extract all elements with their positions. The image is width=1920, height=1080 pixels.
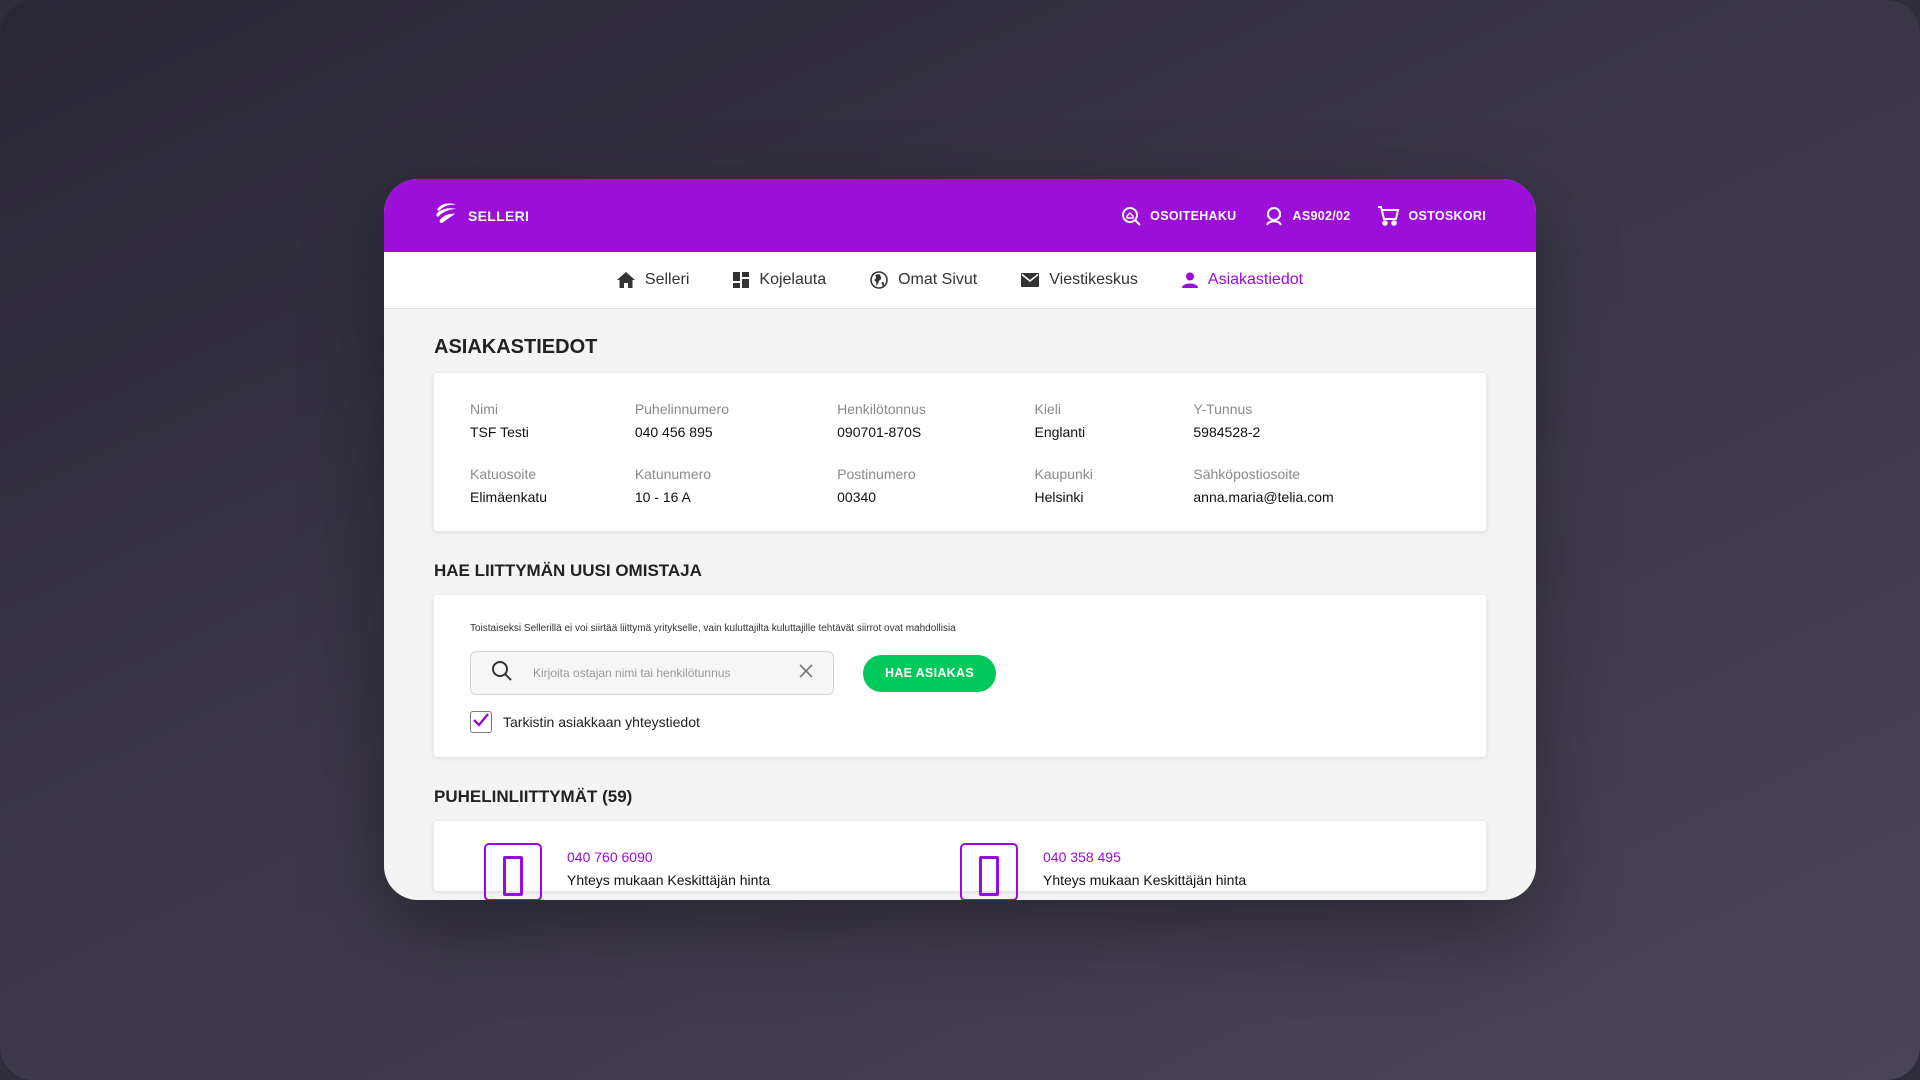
cart-icon: [1377, 205, 1401, 227]
line-text: 040 358 495 Yhteys mukaan Keskittäjän hi…: [1043, 849, 1246, 891]
field-label: Kaupunki: [1034, 466, 1093, 482]
contact-verified-checkbox[interactable]: [470, 711, 492, 733]
cart-label: OSTOSKORI: [1408, 208, 1486, 223]
field-value: Helsinki: [1034, 489, 1084, 505]
tab-selleri[interactable]: Selleri: [616, 271, 690, 289]
list-item[interactable]: 040 760 6090 Yhteys mukaan Keskittäjän h…: [484, 843, 960, 900]
phone-lines-card: 040 760 6090 Yhteys mukaan Keskittäjän h…: [434, 821, 1486, 900]
field-label: Y-Tunnus: [1193, 401, 1253, 417]
field-personal-id: Henkilötonnus 090701-870S: [837, 401, 1034, 440]
field-label: Puhelinnumero: [634, 401, 729, 417]
field-value: 00340: [837, 489, 877, 505]
field-label: Katunumero: [634, 466, 712, 482]
phone-lines-title: PUHELINLIITTYMÄT (59): [434, 787, 633, 806]
address-search-link[interactable]: OSOITEHAKU: [1120, 205, 1236, 227]
phone-icon: [484, 843, 542, 900]
tab-kojelauta-label: Kojelauta: [759, 271, 827, 288]
search-row: HAE ASIAKAS: [470, 651, 1450, 695]
clear-icon[interactable]: [799, 663, 813, 683]
checkmark-icon: [473, 712, 489, 732]
owner-search-card: Toistaiseksi Sellerillä ei voi siirtää l…: [434, 595, 1486, 757]
buyer-search-input[interactable]: [533, 666, 799, 680]
customer-info-card: Nimi TSF Testi Puhelinnumero 040 456 895…: [434, 373, 1486, 531]
field-label: Kieli: [1034, 401, 1061, 417]
field-phone: Puhelinnumero 040 456 895: [635, 401, 837, 440]
line-number[interactable]: 040 760 6090: [567, 849, 770, 865]
user-account-label: AS902/02: [1292, 208, 1351, 223]
field-label: Postinumero: [837, 466, 916, 482]
mail-icon: [1021, 273, 1040, 287]
tab-viestikeskus-label: Viestikeskus: [1049, 271, 1138, 288]
main-content: ASIAKASTIEDOT Nimi TSF Testi Puhelinnume…: [384, 336, 1536, 900]
field-label: Katuosoite: [470, 466, 537, 482]
address-search-icon: [1120, 205, 1142, 227]
tab-kojelauta[interactable]: Kojelauta: [733, 271, 826, 289]
globe-icon: [870, 271, 888, 289]
tab-viestikeskus[interactable]: Viestikeskus: [1021, 271, 1138, 289]
brand-logo[interactable]: SELLERI: [434, 201, 529, 230]
home-icon: [616, 272, 635, 288]
field-value: TSF Testi: [470, 424, 529, 440]
address-search-label: OSOITEHAKU: [1150, 208, 1237, 223]
field-language: Kieli Englanti: [1035, 401, 1194, 440]
tab-omat-sivut-label: Omat Sivut: [898, 271, 978, 288]
field-city: Kaupunki Helsinki: [1035, 466, 1194, 505]
search-icon: [491, 660, 513, 687]
tab-selleri-label: Selleri: [644, 271, 690, 288]
tab-omat-sivut[interactable]: Omat Sivut: [870, 271, 977, 289]
field-value: anna.maria@telia.com: [1193, 489, 1334, 505]
field-street: Katuosoite Elimäenkatu: [470, 466, 635, 505]
line-number[interactable]: 040 358 495: [1043, 849, 1246, 865]
line-description: Yhteys mukaan Keskittäjän hinta: [1043, 872, 1247, 888]
top-bar: SELLERI OSOITEHAKU AS902/02 OSTOSKORI: [384, 179, 1536, 252]
owner-search-title: HAE LIITTYMÄN UUSI OMISTAJA: [434, 561, 702, 580]
tab-asiakastiedot[interactable]: Asiakastiedot: [1181, 271, 1304, 289]
field-label: Sähköpostiosoite: [1193, 466, 1301, 482]
field-value: 5984528-2: [1193, 424, 1261, 440]
field-postal-code: Postinumero 00340: [837, 466, 1034, 505]
field-label: Nimi: [470, 401, 498, 417]
user-account-link[interactable]: AS902/02: [1263, 205, 1351, 227]
field-value: Elimäenkatu: [470, 489, 548, 505]
field-value: 090701-870S: [837, 424, 922, 440]
field-value: Englanti: [1034, 424, 1086, 440]
app-window: SELLERI OSOITEHAKU AS902/02 OSTOSKORI Se…: [384, 179, 1536, 900]
cart-link[interactable]: OSTOSKORI: [1377, 205, 1486, 227]
contact-check-row: Tarkistin asiakkaan yhteystiedot: [470, 711, 1450, 733]
user-headset-icon: [1263, 205, 1285, 227]
field-business-id: Y-Tunnus 5984528-2: [1193, 401, 1450, 440]
tab-asiakastiedot-label: Asiakastiedot: [1207, 271, 1304, 288]
field-label: Henkilötonnus: [837, 401, 926, 417]
search-box: [470, 651, 834, 695]
field-street-number: Katunumero 10 - 16 A: [635, 466, 837, 505]
phone-icon: [960, 843, 1018, 900]
user-icon: [1181, 272, 1198, 288]
page-title: ASIAKASTIEDOT: [434, 336, 598, 358]
info-row: Nimi TSF Testi Puhelinnumero 040 456 895…: [470, 401, 1450, 440]
telia-logo-icon: [434, 201, 458, 230]
field-name: Nimi TSF Testi: [470, 401, 635, 440]
contact-verified-label: Tarkistin asiakkaan yhteystiedot: [503, 714, 700, 730]
line-text: 040 760 6090 Yhteys mukaan Keskittäjän h…: [567, 849, 770, 891]
list-item[interactable]: 040 358 495 Yhteys mukaan Keskittäjän hi…: [960, 843, 1436, 900]
top-nav: OSOITEHAKU AS902/02 OSTOSKORI: [1120, 205, 1486, 227]
transfer-note: Toistaiseksi Sellerillä ei voi siirtää l…: [470, 623, 956, 634]
dashboard-icon: [733, 272, 750, 288]
field-value: 040 456 895: [634, 424, 713, 440]
main-nav: Selleri Kojelauta Omat Sivut Viestikesku…: [384, 252, 1536, 309]
field-value: 10 - 16 A: [634, 489, 691, 505]
line-description: Yhteys mukaan Keskittäjän hinta: [567, 872, 771, 888]
search-customer-button[interactable]: HAE ASIAKAS: [863, 654, 996, 692]
brand-name: SELLERI: [468, 207, 530, 224]
field-email: Sähköpostiosoite anna.maria@telia.com: [1193, 466, 1450, 505]
info-row: Katuosoite Elimäenkatu Katunumero 10 - 1…: [470, 466, 1450, 505]
